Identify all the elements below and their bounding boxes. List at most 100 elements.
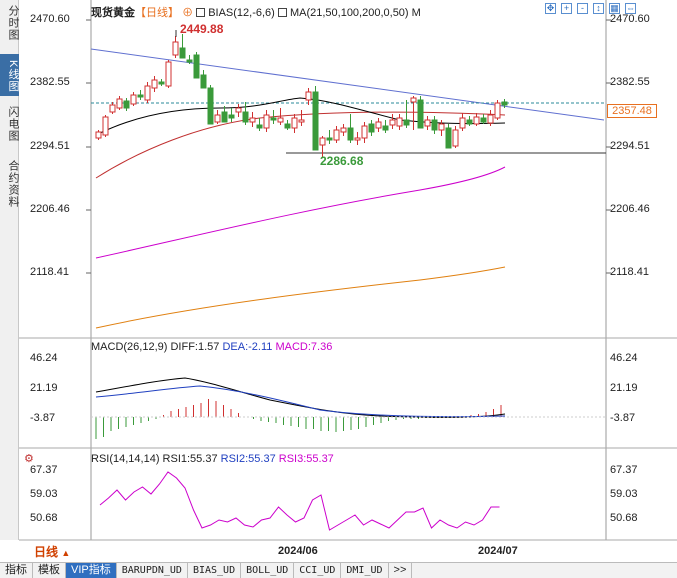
tab-boll[interactable]: BOLL_UD bbox=[241, 563, 295, 578]
candle-body bbox=[158, 81, 165, 85]
candle-body bbox=[228, 114, 235, 119]
chart-canvas[interactable]: 2449.88 2286.68 bbox=[0, 0, 677, 578]
candle-body bbox=[389, 119, 396, 126]
candle-body bbox=[130, 94, 137, 105]
candle-body bbox=[354, 137, 361, 141]
ma-line-200 bbox=[95, 266, 506, 329]
candle-body bbox=[487, 114, 494, 124]
candle-body bbox=[291, 117, 298, 129]
rsi-y-tick: 67.37 bbox=[30, 464, 58, 476]
macd-value: MACD:7.36 bbox=[275, 341, 333, 353]
candle-body bbox=[417, 99, 424, 129]
tab-cci[interactable]: CCI_UD bbox=[294, 563, 342, 578]
candle-body bbox=[312, 91, 319, 151]
period-selector[interactable]: 日线 ▲ bbox=[20, 544, 100, 560]
macd-dea-value: DEA:-2.11 bbox=[222, 341, 273, 353]
candle-body bbox=[144, 85, 151, 101]
rsi-y-tick-right: 67.37 bbox=[610, 464, 638, 476]
candle-body bbox=[207, 87, 214, 125]
candle-body bbox=[116, 98, 123, 109]
tab-vip-indicators[interactable]: VIP指标 bbox=[66, 563, 117, 578]
candle-body bbox=[109, 104, 116, 113]
rsi1-value: RSI1:55.37 bbox=[162, 453, 218, 465]
macd-y-tick: 21.19 bbox=[30, 382, 58, 394]
candle-body bbox=[333, 129, 340, 141]
macd-diff-line bbox=[95, 377, 506, 418]
macd-y-tick: -3.87 bbox=[30, 412, 56, 424]
tab-bias[interactable]: BIAS_UD bbox=[188, 563, 242, 578]
candle-body bbox=[277, 117, 284, 123]
candle-body bbox=[361, 125, 368, 139]
rsi2-value: RSI2:55.37 bbox=[220, 453, 276, 465]
candle-body bbox=[326, 137, 333, 141]
rsi-params: RSI(14,14,14) bbox=[91, 453, 160, 465]
candle-body bbox=[466, 119, 473, 125]
candle-body bbox=[305, 91, 312, 101]
candle-body bbox=[445, 127, 452, 149]
candle-body bbox=[382, 125, 389, 131]
macd-y-tick-right: -3.87 bbox=[610, 412, 636, 424]
rsi-y-tick: 50.68 bbox=[30, 512, 58, 524]
ma-line-100 bbox=[95, 166, 506, 259]
candle-body bbox=[123, 100, 130, 109]
macd-title: MACD(26,12,9) DIFF:1.57 DEA:-2.11 MACD:7… bbox=[91, 341, 332, 353]
candle-body bbox=[375, 121, 382, 129]
candle-body bbox=[480, 117, 487, 123]
candlesticks bbox=[95, 34, 508, 157]
candle-body bbox=[270, 117, 277, 121]
rsi-y-tick-right: 59.03 bbox=[610, 488, 638, 500]
candle-body bbox=[249, 117, 256, 123]
candle-body bbox=[284, 123, 291, 129]
low-price-label: 2286.68 bbox=[320, 154, 364, 168]
rsi-title: RSI(14,14,14) RSI1:55.37 RSI2:55.37 RSI3… bbox=[91, 453, 334, 465]
macd-y-tick-right: 46.24 bbox=[610, 352, 638, 364]
tab-more[interactable]: >> bbox=[389, 563, 413, 578]
candle-body bbox=[424, 119, 431, 127]
candle-body bbox=[256, 124, 263, 129]
candle-body bbox=[438, 123, 445, 131]
candle-body bbox=[235, 107, 242, 113]
candle-body bbox=[298, 119, 305, 123]
candle-body bbox=[340, 127, 347, 133]
tab-templates[interactable]: 模板 bbox=[33, 563, 66, 578]
candle-body bbox=[242, 111, 249, 123]
candle-body bbox=[193, 54, 200, 79]
candle-body bbox=[95, 131, 102, 139]
candle-body bbox=[263, 114, 270, 129]
period-label-text: 日线 bbox=[34, 545, 59, 559]
date-tick: 2024/06 bbox=[278, 545, 318, 557]
tab-indicators[interactable]: 指标 bbox=[0, 563, 33, 578]
candle-body bbox=[319, 137, 326, 146]
candle-body bbox=[102, 116, 109, 136]
indicator-tab-bar: 指标 模板 VIP指标 BARUPDN_UD BIAS_UD BOLL_UD C… bbox=[0, 562, 677, 578]
candle-body bbox=[431, 119, 438, 131]
dropdown-up-icon: ▲ bbox=[61, 548, 71, 558]
macd-y-tick: 46.24 bbox=[30, 352, 58, 364]
tab-dmi[interactable]: DMI_UD bbox=[341, 563, 389, 578]
rsi3-value: RSI3:55.37 bbox=[278, 453, 334, 465]
macd-diff-value: DIFF:1.57 bbox=[170, 341, 220, 353]
date-tick: 2024/07 bbox=[478, 545, 518, 557]
candle-body bbox=[179, 47, 186, 59]
candle-body bbox=[165, 61, 172, 87]
rsi-y-tick: 59.03 bbox=[30, 488, 58, 500]
candle-body bbox=[452, 129, 459, 147]
macd-params: MACD(26,12,9) bbox=[91, 341, 168, 353]
macd-y-tick-right: 21.19 bbox=[610, 382, 638, 394]
candle-body bbox=[494, 102, 501, 119]
candle-body bbox=[214, 114, 221, 123]
tab-barupdn[interactable]: BARUPDN_UD bbox=[117, 563, 188, 578]
candle-body bbox=[501, 101, 508, 106]
candle-body bbox=[137, 94, 144, 98]
candle-body bbox=[151, 79, 158, 89]
high-price-label: 2449.88 bbox=[180, 22, 224, 36]
candle-body bbox=[347, 127, 354, 141]
candle-body bbox=[459, 117, 466, 129]
rsi-y-tick-right: 50.68 bbox=[610, 512, 638, 524]
candle-body bbox=[186, 59, 193, 63]
candle-body bbox=[221, 111, 228, 123]
candle-body bbox=[368, 123, 375, 133]
candle-body bbox=[200, 74, 207, 89]
rsi-line bbox=[99, 471, 500, 531]
candle-body bbox=[172, 41, 179, 56]
